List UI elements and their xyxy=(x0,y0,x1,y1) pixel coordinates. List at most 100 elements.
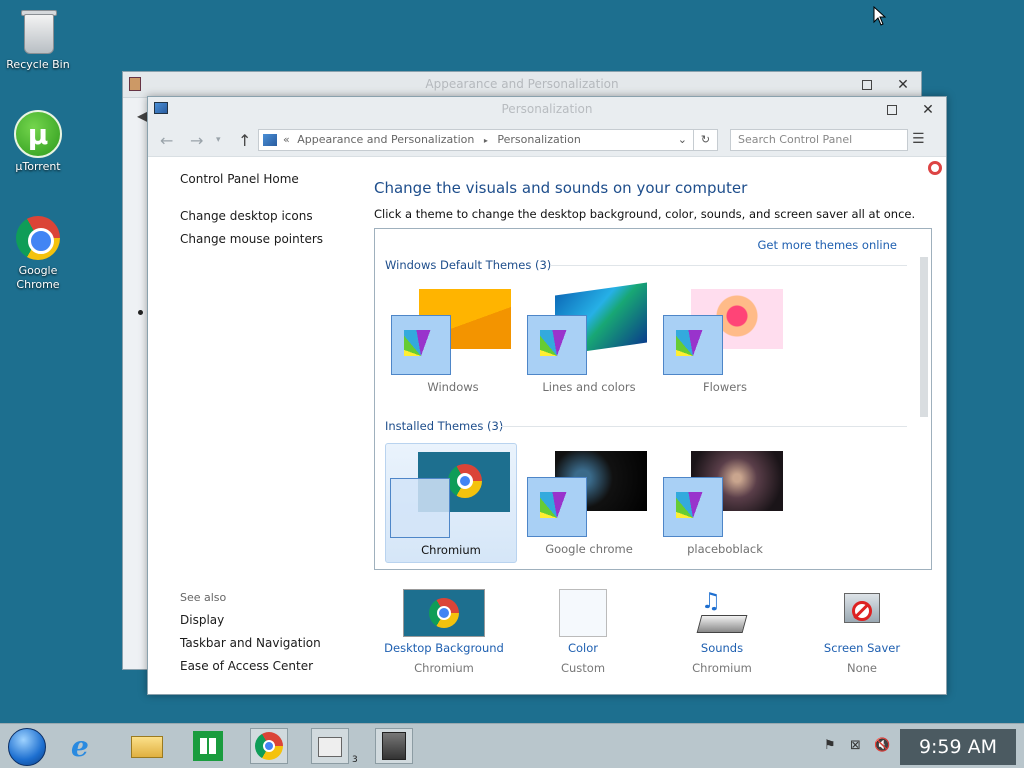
volume-muted-icon[interactable]: 🔇 xyxy=(874,738,890,753)
setting-title[interactable]: Color xyxy=(518,641,648,655)
close-button[interactable]: ✕ xyxy=(889,75,917,95)
chrome-icon[interactable] xyxy=(250,728,288,764)
desktop-icon-label: Google Chrome xyxy=(16,264,60,291)
setting-title[interactable]: Screen Saver xyxy=(797,641,927,655)
sidebar-link-control-panel-home[interactable]: Control Panel Home xyxy=(180,172,350,186)
group-title-installed: Installed Themes (3) xyxy=(385,419,504,433)
theme-lines-and-colors[interactable]: Lines and colors xyxy=(523,281,655,401)
up-arrow-icon[interactable]: ↑ xyxy=(238,131,251,150)
see-also: See also Display Taskbar and Navigation … xyxy=(180,591,321,682)
close-button[interactable]: ✕ xyxy=(914,100,942,120)
address-row: ← → ▾ ↑ « Appearance and Personalization… xyxy=(148,123,946,157)
get-more-themes-link[interactable]: Get more themes online xyxy=(758,238,897,252)
chrome-icon xyxy=(448,464,482,498)
recent-pages-chevron-icon[interactable]: ▾ xyxy=(216,135,221,145)
title-bar[interactable]: Personalization ✕ xyxy=(148,97,946,123)
desktop-icon-label: µTorrent xyxy=(15,160,61,173)
screen-saver-icon xyxy=(838,589,886,637)
internet-explorer-icon[interactable]: e xyxy=(67,728,105,764)
sounds-setting[interactable]: ♫ Sounds Chromium xyxy=(657,589,787,675)
recycle-bin-icon xyxy=(14,8,62,56)
bullet-dot xyxy=(138,310,143,315)
color-swatch-icon xyxy=(559,589,607,637)
color-swatch-icon xyxy=(663,477,723,537)
sidebar-link-change-mouse-pointers[interactable]: Change mouse pointers xyxy=(180,232,350,246)
menu-icon[interactable]: ☰ xyxy=(912,131,926,147)
color-swatch-icon xyxy=(390,478,450,538)
taskbar-badge: 3 xyxy=(352,755,358,765)
title-bar[interactable]: Appearance and Personalization ✕ xyxy=(123,72,921,98)
setting-value: Custom xyxy=(560,661,606,675)
color-swatch-icon xyxy=(527,477,587,537)
color-swatch-icon xyxy=(527,315,587,375)
action-center-flag-icon[interactable]: ⚑ xyxy=(824,738,836,753)
chrome-icon xyxy=(429,598,459,628)
store-icon[interactable] xyxy=(189,728,227,764)
window-title: Appearance and Personalization xyxy=(425,77,619,91)
see-also-link-display[interactable]: Display xyxy=(180,613,321,627)
group-divider xyxy=(550,265,907,266)
sidebar-link-change-desktop-icons[interactable]: Change desktop icons xyxy=(180,209,350,223)
screen-saver-setting[interactable]: Screen Saver None xyxy=(797,589,927,675)
desktop-background-preview xyxy=(403,589,485,637)
control-panel-icon[interactable]: 3 xyxy=(311,728,358,765)
address-bar[interactable]: « Appearance and Personalization ▸ Perso… xyxy=(258,129,718,151)
see-also-heading: See also xyxy=(180,591,227,604)
back-arrow-icon[interactable]: ← xyxy=(160,131,173,150)
clock[interactable]: 9:59 AM xyxy=(900,729,1016,765)
control-panel-icon xyxy=(263,134,277,146)
sidebar: Control Panel Home Change desktop icons … xyxy=(180,172,350,255)
breadcrumb-separator-icon[interactable]: ▸ xyxy=(484,136,488,145)
breadcrumb-personalization[interactable]: Personalization xyxy=(497,133,580,146)
theme-label: Lines and colors xyxy=(542,380,636,394)
personalization-window[interactable]: Personalization ✕ ← → ▾ ↑ « Appearance a… xyxy=(147,96,947,695)
window-title: Personalization xyxy=(501,102,593,116)
maximize-button[interactable] xyxy=(878,100,906,120)
network-error-icon[interactable]: ⊠ xyxy=(850,738,861,753)
utorrent-icon: µ xyxy=(14,110,62,158)
see-also-link-taskbar[interactable]: Taskbar and Navigation xyxy=(180,636,321,650)
theme-list[interactable]: Get more themes online Windows Default T… xyxy=(374,228,932,570)
setting-value: Chromium xyxy=(414,661,474,675)
theme-label: Windows xyxy=(427,380,479,394)
see-also-link-ease-of-access[interactable]: Ease of Access Center xyxy=(180,659,321,673)
theme-label: placeboblack xyxy=(687,542,763,556)
color-setting[interactable]: Color Custom xyxy=(518,589,648,675)
theme-label: Flowers xyxy=(702,380,748,394)
breadcrumb-prefix[interactable]: « xyxy=(283,133,290,146)
sounds-icon: ♫ xyxy=(696,589,748,637)
refresh-icon[interactable]: ↻ xyxy=(693,130,717,150)
file-explorer-icon[interactable] xyxy=(128,728,166,764)
theme-windows[interactable]: Windows xyxy=(387,281,519,401)
help-icon[interactable] xyxy=(928,161,942,175)
setting-value: Chromium xyxy=(692,661,752,675)
scrollbar-thumb[interactable] xyxy=(920,257,928,417)
theme-google-chrome[interactable]: Google chrome xyxy=(523,443,655,563)
taskbar: e 3 ⚑ ⊠ 🔇 9:59 AM xyxy=(0,723,1024,768)
chevron-down-icon[interactable]: ⌄ xyxy=(678,130,687,150)
page-title: Change the visuals and sounds on your co… xyxy=(374,179,748,197)
setting-title[interactable]: Desktop Background xyxy=(379,641,509,655)
tablet-icon[interactable] xyxy=(375,728,413,764)
setting-value: None xyxy=(846,661,877,675)
breadcrumb-appearance[interactable]: Appearance and Personalization xyxy=(297,133,474,146)
theme-chromium[interactable]: Chromium xyxy=(385,443,517,563)
group-title-default: Windows Default Themes (3) xyxy=(385,258,552,272)
page-subtitle: Click a theme to change the desktop back… xyxy=(374,207,916,221)
desktop-icon-utorrent[interactable]: µ µTorrent xyxy=(0,110,76,174)
desktop-icon-label: Recycle Bin xyxy=(6,58,70,71)
search-input[interactable]: Search Control Panel xyxy=(730,129,908,151)
theme-flowers[interactable]: Flowers xyxy=(659,281,791,401)
maximize-button[interactable] xyxy=(853,75,881,95)
forward-arrow-icon[interactable]: → xyxy=(190,131,203,150)
start-button[interactable] xyxy=(8,728,46,766)
setting-title[interactable]: Sounds xyxy=(657,641,787,655)
desktop-icon-recycle-bin[interactable]: Recycle Bin xyxy=(0,8,76,72)
chrome-icon xyxy=(14,214,62,262)
desktop-background-setting[interactable]: Desktop Background Chromium xyxy=(379,589,509,675)
desktop-icon-google-chrome[interactable]: Google Chrome xyxy=(0,214,76,292)
theme-placeboblack[interactable]: placeboblack xyxy=(659,443,791,563)
mouse-cursor-icon xyxy=(873,6,887,26)
theme-label: Chromium xyxy=(421,543,481,557)
group-divider xyxy=(501,426,907,427)
